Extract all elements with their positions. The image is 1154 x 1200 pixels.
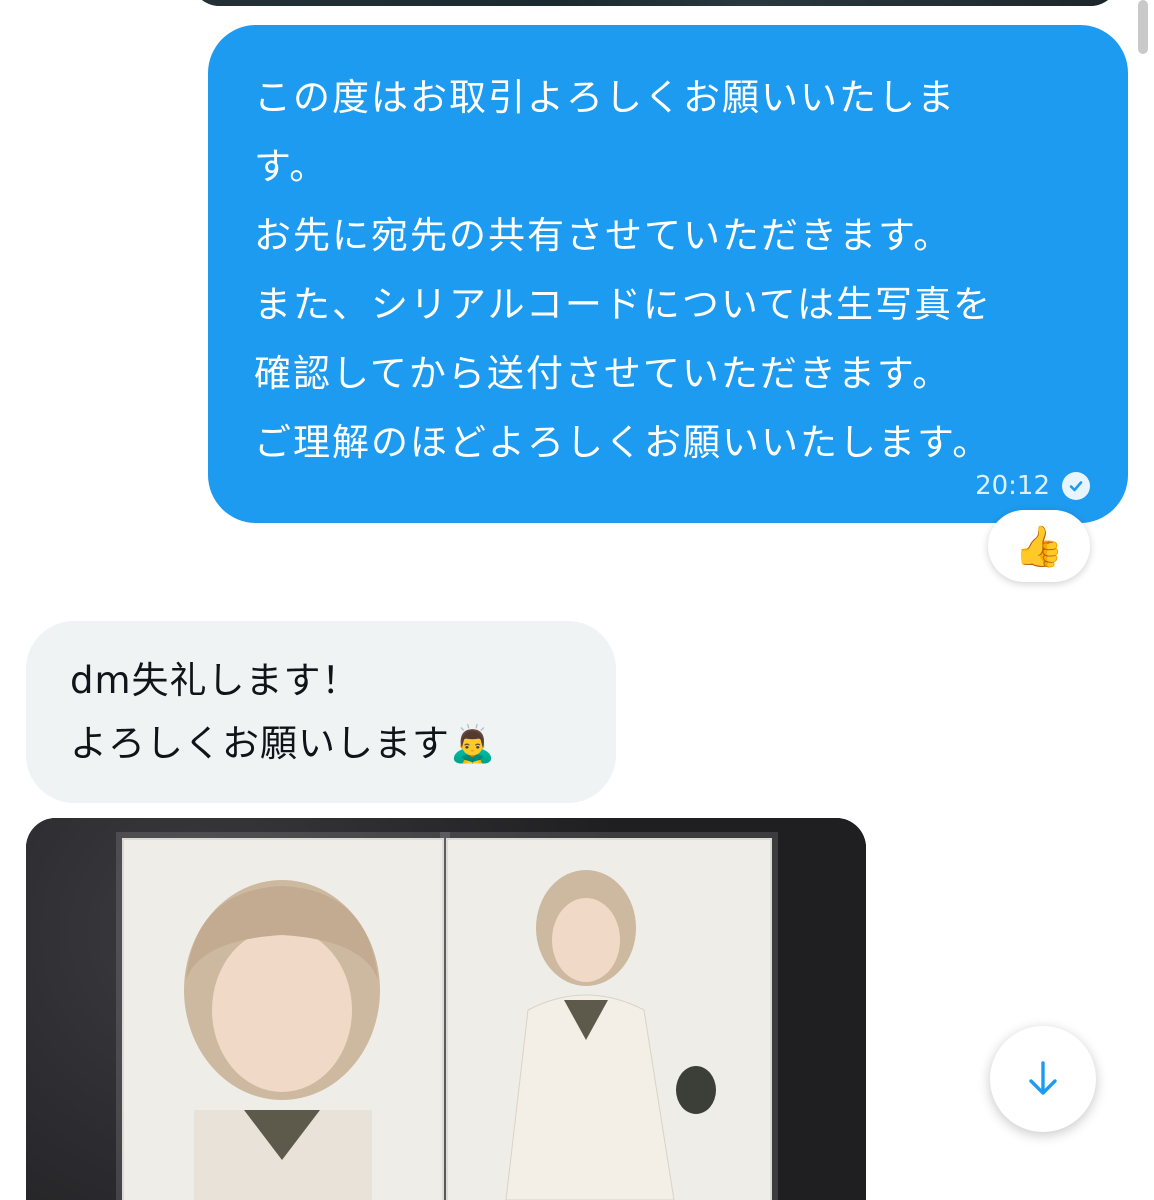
photo-card-left bbox=[122, 838, 444, 1200]
previous-media-attachment[interactable] bbox=[190, 0, 1120, 6]
arrow-down-icon bbox=[1029, 1061, 1057, 1095]
thumbs-up-icon: 👍 bbox=[1014, 523, 1064, 570]
incoming-message-text: dm失礼します！ よろしくお願いします bbox=[70, 659, 450, 765]
outgoing-message-bubble[interactable]: この度はお取引よろしくお願いいたしま す。 お先に宛先の共有させていただきます。… bbox=[208, 25, 1128, 523]
incoming-message-bubble[interactable]: dm失礼します！ よろしくお願いします🙇‍♂️ bbox=[26, 621, 616, 803]
thumbs-up-reaction[interactable]: 👍 bbox=[988, 510, 1090, 582]
portrait-illustration-right bbox=[448, 840, 770, 1200]
scroll-to-bottom-button[interactable] bbox=[990, 1026, 1096, 1132]
message-time: 20:12 bbox=[975, 471, 1050, 501]
outgoing-message-text: この度はお取引よろしくお願いいたしま す。 お先に宛先の共有させていただきます。… bbox=[254, 76, 993, 464]
photo-card-right bbox=[446, 838, 772, 1200]
portrait-illustration-left bbox=[124, 840, 442, 1200]
photo-attachment[interactable] bbox=[26, 818, 866, 1200]
scrollbar-thumb[interactable] bbox=[1138, 0, 1148, 54]
bowing-person-icon: 🙇‍♂️ bbox=[450, 724, 496, 765]
message-meta: 20:12 bbox=[975, 471, 1090, 501]
check-circle-icon bbox=[1062, 472, 1090, 500]
